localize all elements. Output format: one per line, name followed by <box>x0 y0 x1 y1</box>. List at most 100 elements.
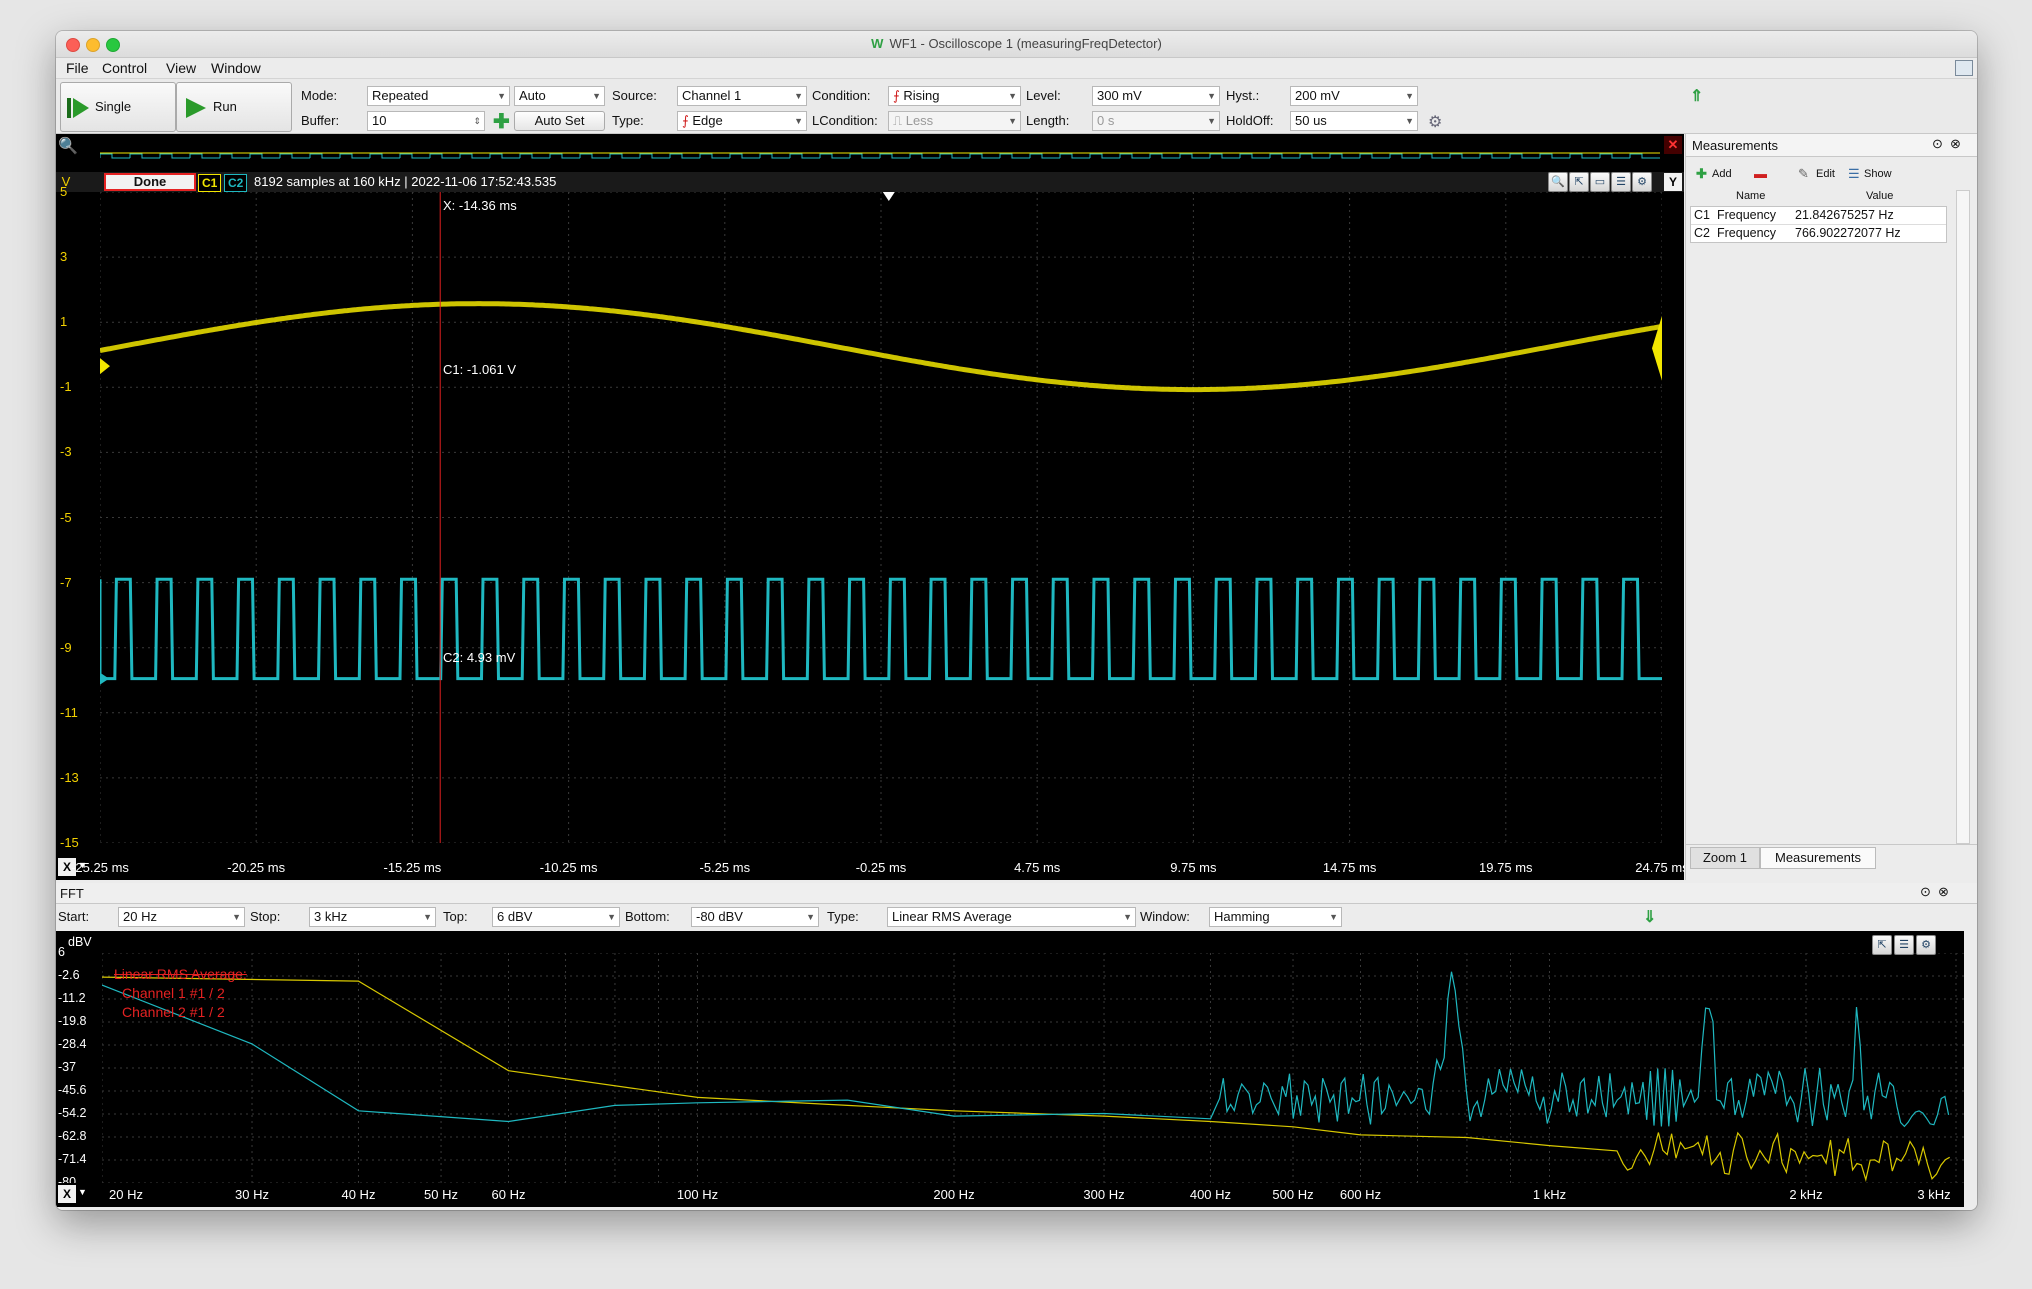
tab-measurements[interactable]: Measurements <box>1760 847 1876 869</box>
list-icon[interactable]: ☰ <box>1611 172 1631 192</box>
fft-plot-svg <box>102 953 1964 1183</box>
source-select[interactable]: Channel 1 ▼ <box>677 86 807 106</box>
scope-plot[interactable]: X: -14.36 ms C1: -1.061 V C2: 4.93 mV <box>98 191 1663 844</box>
y-axis-button[interactable]: Y <box>1664 173 1682 191</box>
stepper-icon[interactable]: ⇕ <box>473 112 481 130</box>
fft-x-tick-label: 600 Hz <box>1339 1187 1382 1202</box>
col-name: Name <box>1736 190 1766 202</box>
hyst-input[interactable]: 200 mV ▼ <box>1290 86 1418 106</box>
restore-icon[interactable]: ⊙ <box>1932 136 1943 152</box>
chevron-down-icon: ▼ <box>794 91 803 101</box>
type-select[interactable]: ⨍ Edge ▼ <box>677 111 807 131</box>
fft-x-axis-button[interactable]: X <box>58 1185 76 1203</box>
waveforms-logo-icon: W <box>871 36 884 51</box>
fft-bottom-value: -80 dBV <box>696 909 743 924</box>
oscilloscope-panel: 🔍 ✕ V Done C1 C2 8192 samples at 160 kHz… <box>56 134 1689 880</box>
chevron-down-icon: ▼ <box>497 91 506 101</box>
fft-type-select[interactable]: Linear RMS Average ▼ <box>887 907 1136 927</box>
cursor-icon[interactable]: ⇱ <box>1569 172 1589 192</box>
auto-select[interactable]: Auto ▼ <box>514 86 605 106</box>
holdoff-input[interactable]: 50 us ▼ <box>1290 111 1418 131</box>
tab-zoom[interactable]: Zoom 1 <box>1690 847 1760 869</box>
holdoff-label: HoldOff: <box>1226 113 1274 128</box>
y-tick-label: -7 <box>60 574 72 590</box>
restore-icon[interactable] <box>1955 60 1973 76</box>
mode-select[interactable]: Repeated ▼ <box>367 86 510 106</box>
menu-window[interactable]: Window <box>211 60 261 76</box>
length-input[interactable]: 0 s ▼ <box>1092 111 1220 131</box>
fft-x-tick-label: 300 Hz <box>1083 1187 1125 1202</box>
chevron-down-icon: ▼ <box>1008 91 1017 101</box>
fft-start-value: 20 Hz <box>123 909 157 924</box>
arrow-up-icon[interactable]: ⇑ <box>1690 86 1703 106</box>
fft-top-select[interactable]: 6 dBV ▼ <box>492 907 620 927</box>
table-row[interactable]: C2 Frequency 766.902272077 Hz <box>1691 225 1946 242</box>
lcondition-select[interactable]: ⎍ Less ▼ <box>888 111 1021 131</box>
close-icon[interactable]: ⊗ <box>1950 136 1961 152</box>
arrow-down-icon[interactable]: ⇓ <box>1643 907 1656 927</box>
measurements-title: Measurements <box>1692 138 1778 153</box>
show-button[interactable]: Show <box>1864 168 1892 180</box>
remove-icon[interactable]: ▬ <box>1754 166 1767 181</box>
fft-window-label: Window: <box>1140 909 1190 924</box>
length-value: 0 s <box>1097 113 1115 128</box>
y-tick-label: -11 <box>60 704 78 720</box>
chevron-down-icon: ▼ <box>1207 116 1216 126</box>
list-icon[interactable]: ☰ <box>1894 935 1914 955</box>
add-button[interactable]: Add <box>1712 168 1732 180</box>
settings-icon[interactable]: ⚙ <box>1916 935 1936 955</box>
fft-window-value: Hamming <box>1214 909 1270 924</box>
measurements-table: C1 Frequency 21.842675257 Hz C2 Frequenc… <box>1690 206 1947 243</box>
chevron-down-icon: ▼ <box>607 912 616 922</box>
window-title: W WF1 - Oscilloscope 1 (measuringFreqDete… <box>56 36 1977 51</box>
close-icon[interactable]: ⊗ <box>1938 884 1949 900</box>
row-channel: C2 <box>1694 226 1710 240</box>
chevron-down-icon: ▼ <box>592 91 601 101</box>
zoom-in-icon[interactable]: 🔍 <box>1548 172 1568 192</box>
fft-bottom-select[interactable]: -80 dBV ▼ <box>691 907 819 927</box>
edit-icon[interactable]: ✎ <box>1798 166 1809 182</box>
auto-value: Auto <box>519 88 546 103</box>
hyst-label: Hyst.: <box>1226 88 1260 103</box>
single-label: Single <box>95 99 132 114</box>
measurements-header: Measurements ⊙ ⊗ <box>1686 134 1977 157</box>
fft-stop-select[interactable]: 3 kHz ▼ <box>309 907 436 927</box>
condition-label: Condition: <box>812 88 871 103</box>
fft-start-select[interactable]: 20 Hz ▼ <box>118 907 245 927</box>
menu-view[interactable]: View <box>166 60 196 76</box>
c1-tag[interactable]: C1 <box>198 174 222 192</box>
y-tick-label: -3 <box>60 444 72 460</box>
edit-button[interactable]: Edit <box>1816 168 1835 180</box>
measurements-scrollbar[interactable] <box>1956 190 1970 844</box>
run-button[interactable]: Run <box>176 82 292 132</box>
row-channel: C1 <box>1694 208 1710 222</box>
fft-window-select[interactable]: Hamming ▼ <box>1209 907 1342 927</box>
acquisition-status-button[interactable]: Done <box>104 173 196 191</box>
single-button[interactable]: Single <box>60 82 176 132</box>
add-buffer-icon[interactable]: ✚ <box>493 109 510 134</box>
autoset-button[interactable]: Auto Set <box>514 111 605 131</box>
buffer-input[interactable]: 10 ⇕ <box>367 111 485 131</box>
level-input[interactable]: 300 mV ▼ <box>1092 86 1220 106</box>
condition-select[interactable]: ⨍ Rising ▼ <box>888 86 1021 106</box>
length-label: Length: <box>1026 113 1070 128</box>
c2-tag[interactable]: C2 <box>224 174 248 192</box>
overview-strip[interactable] <box>99 136 1660 170</box>
table-row[interactable]: C1 Frequency 21.842675257 Hz <box>1691 207 1946 225</box>
zoom-icon[interactable]: 🔍 <box>58 136 78 156</box>
fft-type-label: Type: <box>827 909 859 924</box>
gear-icon[interactable]: ⚙ <box>1428 112 1442 132</box>
menu-file[interactable]: File <box>66 60 89 76</box>
settings-icon[interactable]: ⚙ <box>1632 172 1652 192</box>
measure-icon[interactable]: ▭ <box>1590 172 1610 192</box>
list-icon[interactable]: ☰ <box>1848 166 1860 182</box>
x-tick-label: -25.25 ms <box>71 860 129 875</box>
close-icon[interactable]: ✕ <box>1664 136 1682 154</box>
menu-control[interactable]: Control <box>102 60 147 76</box>
single-run-icon <box>67 98 89 118</box>
add-icon[interactable]: ✚ <box>1696 166 1707 182</box>
fft-legend: Linear RMS Average: Channel 1 #1 / 2 Cha… <box>114 965 247 1022</box>
cursor-icon[interactable]: ⇱ <box>1872 935 1892 955</box>
fft-plot-area[interactable]: dBV 6 -2.6 -11.2 -19.8 -28.4 -37 -45.6 -54.2 -62… <box>56 931 1964 1207</box>
restore-icon[interactable]: ⊙ <box>1920 884 1931 900</box>
